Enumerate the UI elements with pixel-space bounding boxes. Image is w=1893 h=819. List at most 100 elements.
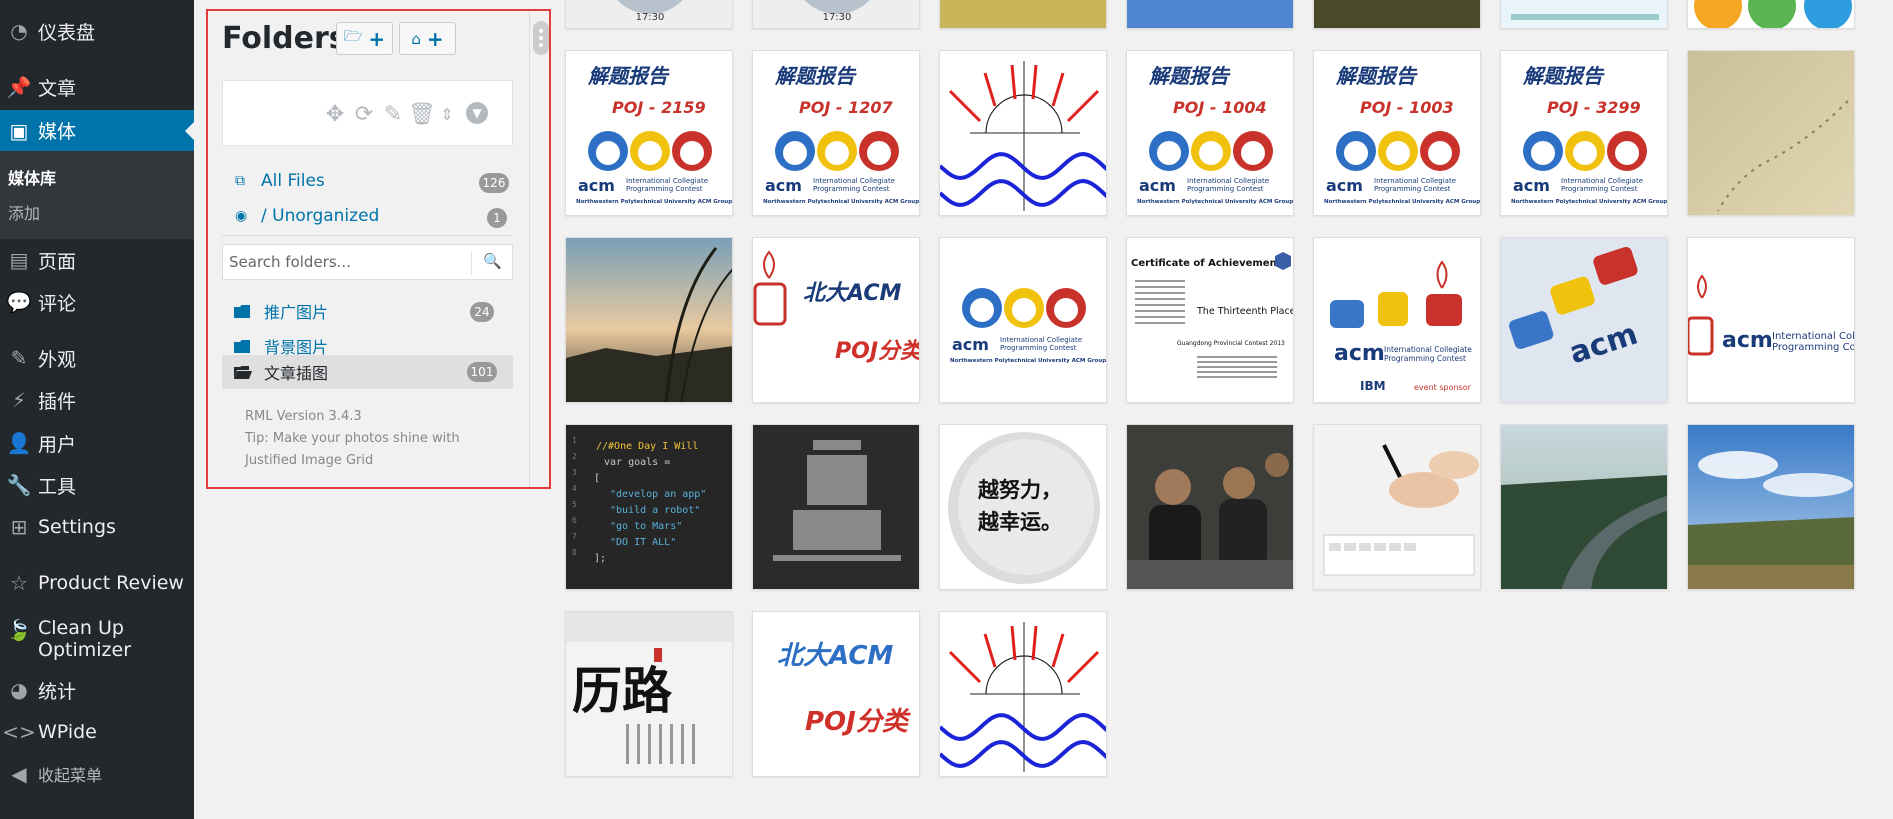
media-thumbnail[interactable]: 解题报告 POJ - 1004 acm International Collegiat… [1126,50,1294,216]
media-thumbnail[interactable] [1313,424,1481,590]
media-thumbnail[interactable] [565,237,733,403]
submenu-media-library[interactable]: 媒体库 [8,165,56,189]
menu-item-pages[interactable]: ▤ 页面 [0,241,194,279]
media-thumbnail[interactable] [1500,424,1668,590]
thumb-text: 历路 [572,661,673,720]
media-thumbnail[interactable]: 17:30 [565,0,733,29]
menu-item-wpide[interactable]: <> WPide [0,713,194,751]
media-thumbnail[interactable] [752,424,920,590]
media-thumbnail[interactable] [1687,424,1855,590]
media-thumbnail[interactable] [939,611,1107,777]
menu-item-clean-up-optimizer[interactable]: 🍃 Clean Up Optimizer [0,614,194,664]
all-files-label: All Files [261,171,325,191]
trash-icon[interactable]: 🗑 [408,100,436,128]
rename-pencil-icon[interactable]: ✎ [380,100,406,128]
submenu-add-media[interactable]: 添加 [8,200,40,224]
media-thumbnail[interactable] [1500,0,1668,29]
line-number: 7 [572,532,577,541]
media-thumbnail[interactable]: 历路 [565,611,733,777]
menu-item-media[interactable]: ▣ 媒体 [0,110,194,151]
thumb-text: acm [765,176,802,195]
thumb-text: POJ - 2159 [612,98,706,117]
add-collection-button[interactable]: ⌂ + [399,22,456,55]
menu-item-tools[interactable]: 🔧 工具 [0,466,194,504]
thumb-text: Programming Contest [1000,344,1077,352]
media-thumbnail[interactable] [1126,424,1294,590]
version-text: RML Version 3.4.3 [245,409,362,424]
media-thumbnail[interactable]: 越努力， 越幸运。 [939,424,1107,590]
media-thumbnail[interactable]: 解题报告 POJ - 3299 acm International Collegiat… [1500,50,1668,216]
menu-item-product-review[interactable]: ☆ Product Review [0,564,194,602]
all-files-count-badge: 126 [479,173,509,193]
menu-item-posts[interactable]: 📌 文章 [0,68,194,106]
media-thumbnail[interactable]: 解题报告 POJ - 2159 acm International Collegiat… [565,50,733,216]
menu-item-collapse[interactable]: ◀ 收起菜单 [0,755,194,793]
media-thumbnail[interactable] [1687,0,1855,29]
thumb-text: Programming Contest [813,185,890,193]
thumb-text: International Collegiate [1374,177,1456,185]
thumb-text: POJ - 1004 [1173,98,1267,117]
menu-label: 收起菜单 [38,766,103,785]
media-thumbnail[interactable]: 解题报告 POJ - 1003 acm International Collegiat… [1313,50,1481,216]
media-thumbnail[interactable] [1313,0,1481,29]
thumb-text: Northwestern Polytechnical University AC… [950,358,1106,364]
plugin-icon: ⚡ [11,388,27,412]
media-thumbnail[interactable] [1687,50,1855,216]
folder-label: 推广图片 [264,303,329,322]
thumb-text: POJ - 1207 [799,98,893,117]
media-thumbnail[interactable]: 1 //#One Day I Will 2 var goals = 3 [4 "develo… [565,424,733,590]
media-thumbnail[interactable]: acmInternational CollegiateProgramming C… [1313,237,1481,403]
thumb-text: Programming Contest [1561,185,1638,193]
more-options-icon[interactable] [533,21,549,55]
menu-item-dashboard[interactable]: ◔ 仪表盘 [0,12,194,50]
clock-text: 17:30 [636,12,665,23]
thumb-text: acm [1139,176,1176,195]
thumb-text: International Collegiate [1000,336,1082,344]
thumb-text: 解题报告 [1148,64,1231,88]
thumb-text: "build a robot" [610,505,700,516]
tip-text[interactable]: Tip: Make your photos shine with Justifi… [245,428,505,472]
menu-item-appearance[interactable]: ✎ 外观 [0,339,194,377]
media-thumbnail[interactable] [1126,0,1294,29]
media-thumbnail[interactable] [939,50,1107,216]
collection-icon: ⌂ [411,29,421,48]
menu-item-plugins[interactable]: ⚡ 插件 [0,381,194,419]
menu-label: Settings [38,516,116,538]
menu-item-settings[interactable]: ⊞ Settings [0,508,194,546]
thumb-text: Northwestern Polytechnical University AC… [763,199,919,205]
folder-count-badge: 24 [470,302,494,322]
media-thumbnail[interactable]: 北大ACM POJ分类 [752,611,920,777]
all-files-item[interactable]: ⧉ All Files [235,168,325,194]
media-thumbnail[interactable]: 解题报告 POJ - 1207 acm International Collegiat… [752,50,920,216]
thumb-text: 北大ACM [777,641,893,671]
add-folder-button[interactable]: 🗁 + [336,22,393,55]
thumb-text: International Collegiate [1187,177,1269,185]
menu-label: Clean Up Optimizer [38,617,132,661]
menu-item-stats[interactable]: ◕ 统计 [0,671,194,709]
media-thumbnail[interactable]: acmInternational CollegiateProgramming C… [939,237,1107,403]
acm-contest-line: Programming Contest [1772,342,1855,353]
media-thumbnail[interactable]: acmInternational CollegiateProgramming C… [1687,237,1855,403]
thumb-text: 越努力， [977,478,1062,502]
menu-item-comments[interactable]: 💬 评论 [0,283,194,321]
search-folders-input[interactable] [229,251,474,273]
media-thumbnail[interactable]: 17:30 [752,0,920,29]
menu-item-users[interactable]: 👤 用户 [0,424,194,462]
search-icon[interactable]: 🔍 [483,252,502,270]
thumb-text: [ [594,473,600,484]
sort-icon[interactable]: ⇕ [434,100,460,128]
unorganized-item[interactable]: ◉ / Unorganized [235,203,379,229]
thumb-text: 解题报告 [774,64,857,88]
media-thumbnail[interactable]: Certificate of Achievement The Thirteenth… [1126,237,1294,403]
thumb-text: Northwestern Polytechnical University AC… [1324,199,1480,205]
chevron-down-icon[interactable]: ▼ [466,102,488,124]
thumb-text: "go to Mars" [610,521,682,532]
line-number: 1 [572,436,577,445]
menu-label: 媒体 [38,121,77,143]
media-thumbnail[interactable] [939,0,1107,29]
refresh-icon[interactable]: ⟳ [351,100,377,128]
menu-label: 用户 [38,433,77,456]
move-icon[interactable]: ✥ [322,100,348,128]
media-thumbnail[interactable]: 北大ACM POJ分类 [752,237,920,403]
media-thumbnail[interactable]: acm [1500,237,1668,403]
